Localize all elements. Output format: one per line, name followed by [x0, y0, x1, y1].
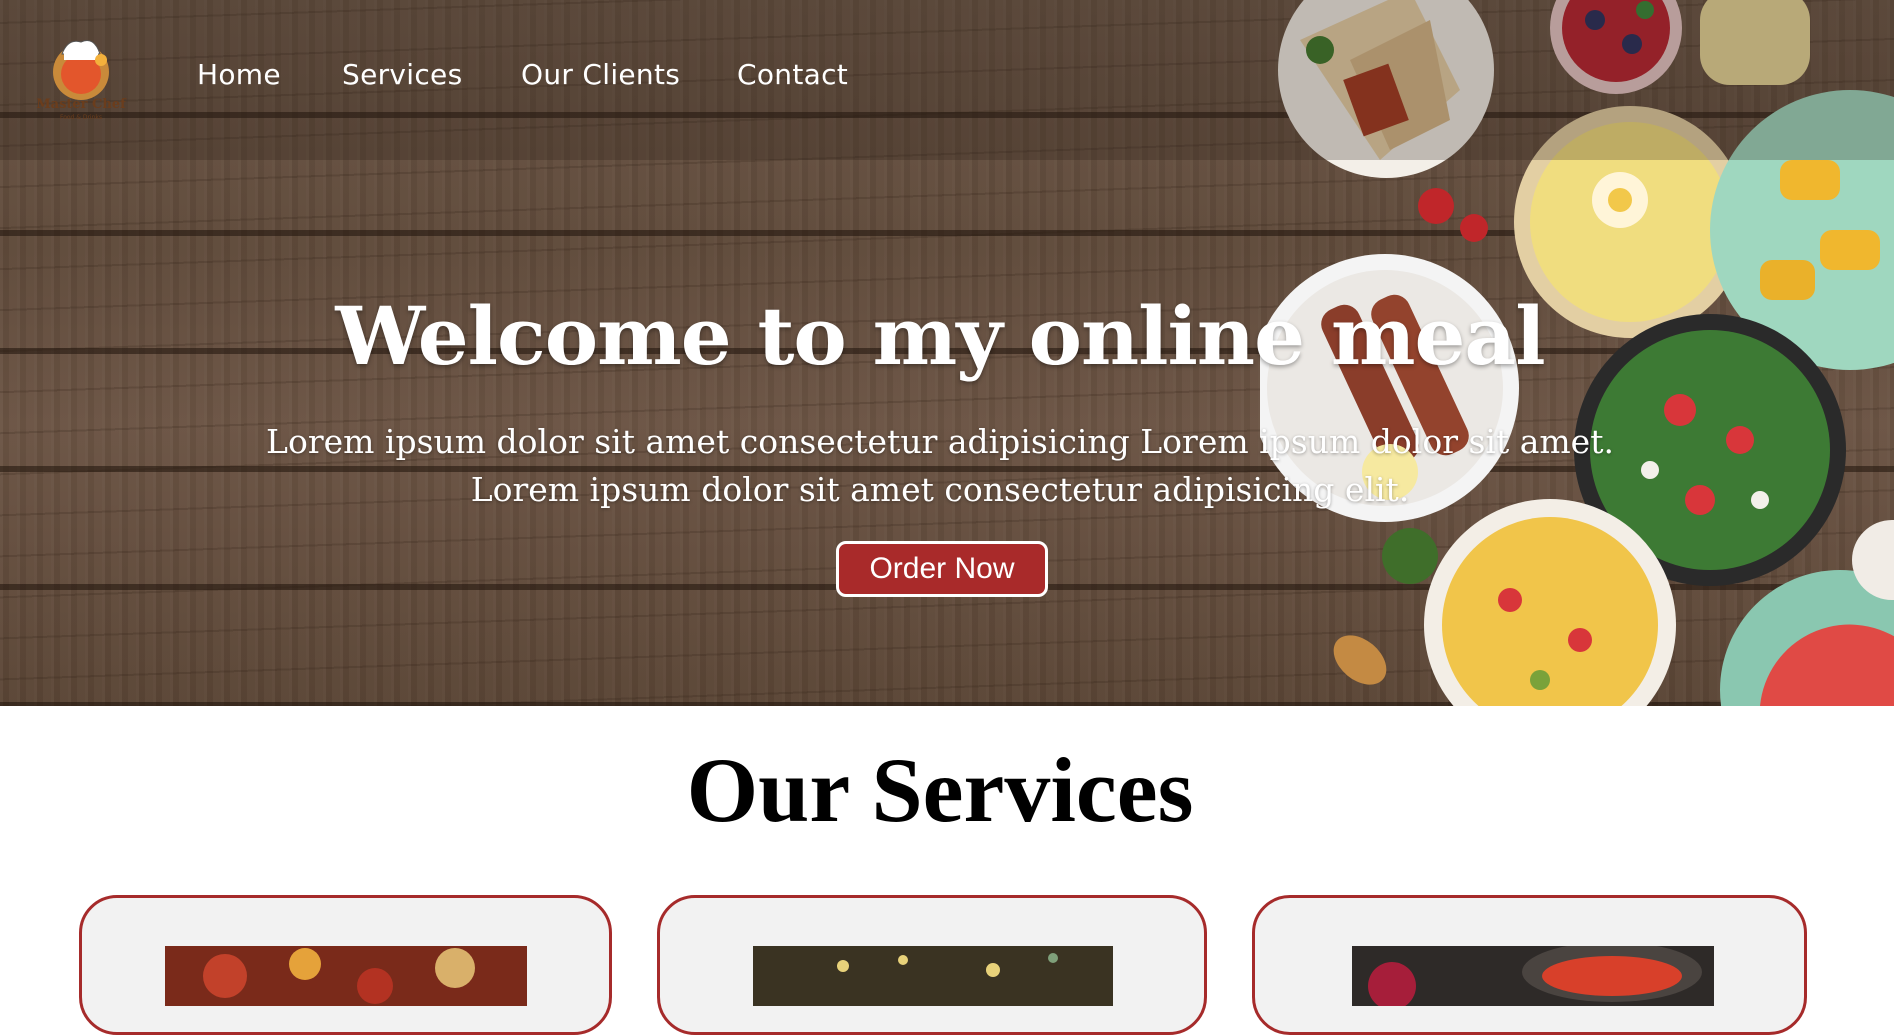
master-chef-logo[interactable]: Master Chef Food & Drinks — [34, 32, 128, 122]
nav-contact[interactable]: Contact — [737, 58, 848, 91]
pizza-image — [165, 946, 527, 1006]
service-card-3[interactable] — [1252, 895, 1807, 1035]
nav-our-clients[interactable]: Our Clients — [521, 58, 680, 91]
navbar: Master Chef Food & Drinks Home Services … — [0, 0, 1894, 160]
service-card-2[interactable] — [657, 895, 1207, 1035]
spices-image — [1352, 946, 1714, 1006]
nav-services[interactable]: Services — [342, 58, 462, 91]
nav-home[interactable]: Home — [197, 58, 281, 91]
service-card-1[interactable] — [79, 895, 612, 1035]
svg-text:Food & Drinks: Food & Drinks — [60, 114, 102, 121]
svg-text:Master Chef: Master Chef — [36, 97, 127, 112]
services-title: Our Services — [686, 739, 1194, 841]
order-now-button[interactable]: Order Now — [836, 541, 1048, 597]
restaurant-interior-image — [753, 946, 1113, 1006]
hero-text-line-2: Lorem ipsum dolor sit amet consectetur a… — [470, 470, 1410, 509]
hero-section: Master Chef Food & Drinks Home Services … — [0, 0, 1894, 706]
hero-title: Welcome to my online meal — [335, 289, 1545, 383]
hero-text-line-1: Lorem ipsum dolor sit amet consectetur a… — [266, 422, 1614, 461]
